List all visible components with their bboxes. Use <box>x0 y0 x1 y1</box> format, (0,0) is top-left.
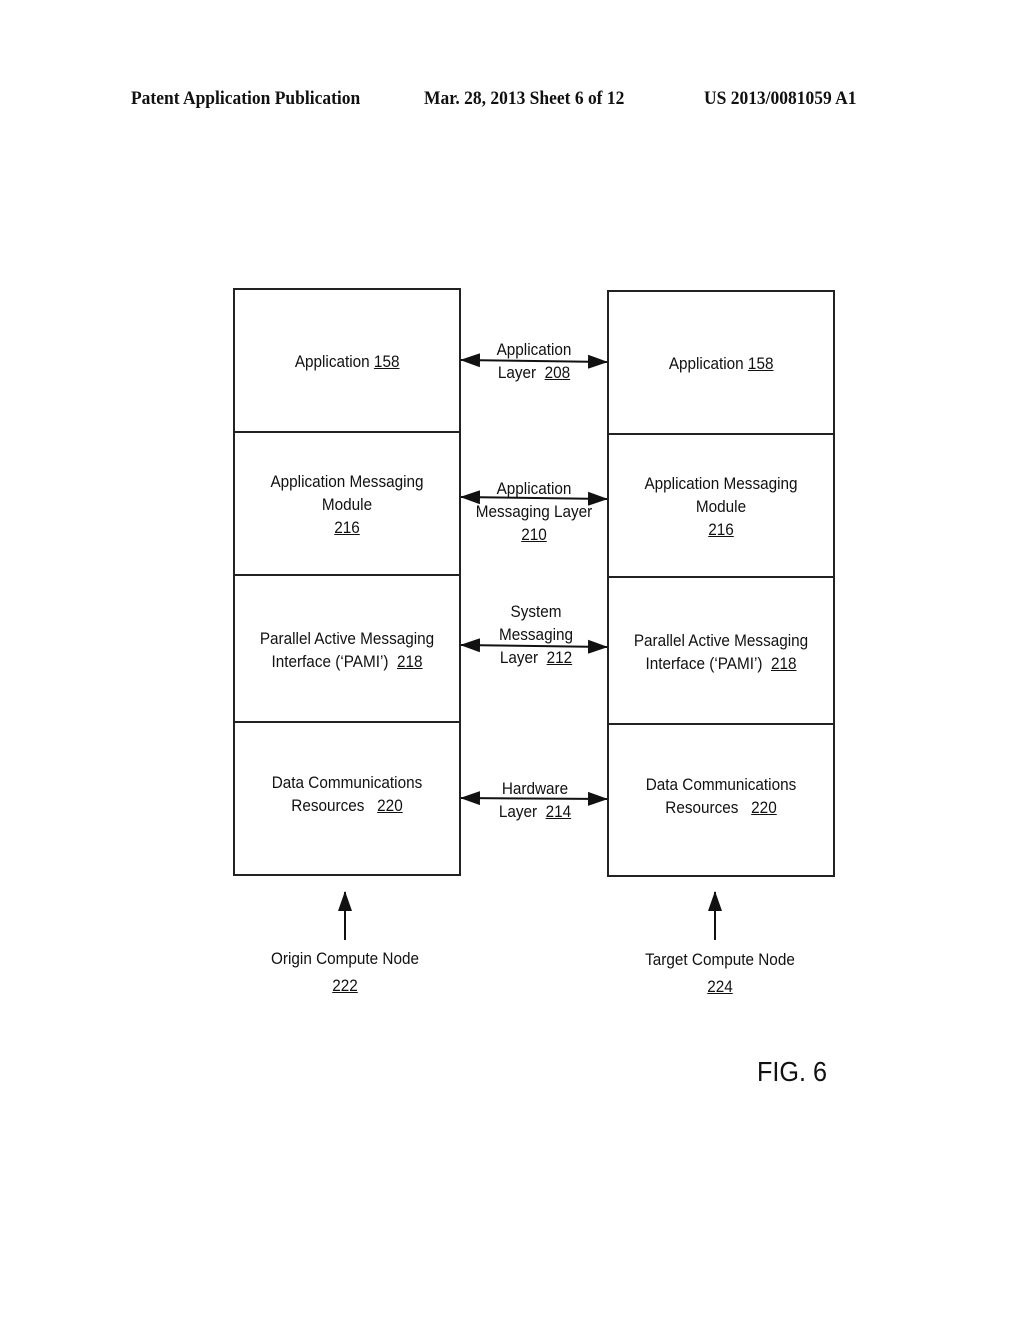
target-pami-cell: Parallel Active Messaging Interface (‘PA… <box>609 576 833 725</box>
target-application-cell: Application 158 <box>668 354 774 373</box>
ref-number: 210 <box>521 525 547 544</box>
ref-number: 220 <box>377 796 403 815</box>
ref-number: 222 <box>332 976 358 995</box>
ref-number: 224 <box>707 977 733 996</box>
target-stack: Application 158 Application Messaging Mo… <box>607 290 835 877</box>
ref-number: 216 <box>334 518 360 537</box>
target-compute-node-label: Target Compute Node 224 <box>645 950 795 996</box>
ref-number: 218 <box>397 651 423 671</box>
ref-number: 158 <box>373 352 400 371</box>
ref-number: 214 <box>545 802 572 821</box>
origin-stack: Application 158 Application Messaging Mo… <box>233 288 461 876</box>
origin-application-messaging-module-cell: Application Messaging Module 216 <box>235 431 459 576</box>
application-layer-label: Application Layer 208 <box>496 340 572 382</box>
origin-pami-cell: Parallel Active Messaging Interface (‘PA… <box>235 574 459 723</box>
origin-data-communications-resources-cell: Data Communications Resources 220 <box>235 721 459 874</box>
hardware-layer-label: Hardware Layer 214 <box>498 779 572 821</box>
ref-number: 208 <box>544 363 571 382</box>
target-application-messaging-module-cell: Application Messaging Module 216 <box>609 433 833 578</box>
ref-number: 216 <box>708 520 734 539</box>
ref-number: 158 <box>747 354 774 373</box>
ref-number: 220 <box>751 798 777 817</box>
application-messaging-layer-label: Application Messaging Layer 210 <box>475 479 593 544</box>
target-data-communications-resources-cell: Data Communications Resources 220 <box>609 723 833 875</box>
ref-number: 212 <box>546 648 573 667</box>
system-messaging-layer-label: System Messaging Layer 212 <box>499 602 573 667</box>
origin-application-cell: Application 158 <box>294 352 400 371</box>
figure-label: FIG. 6 <box>757 1056 828 1087</box>
origin-compute-node-label: Origin Compute Node 222 <box>271 949 419 995</box>
ref-number: 218 <box>771 653 797 673</box>
